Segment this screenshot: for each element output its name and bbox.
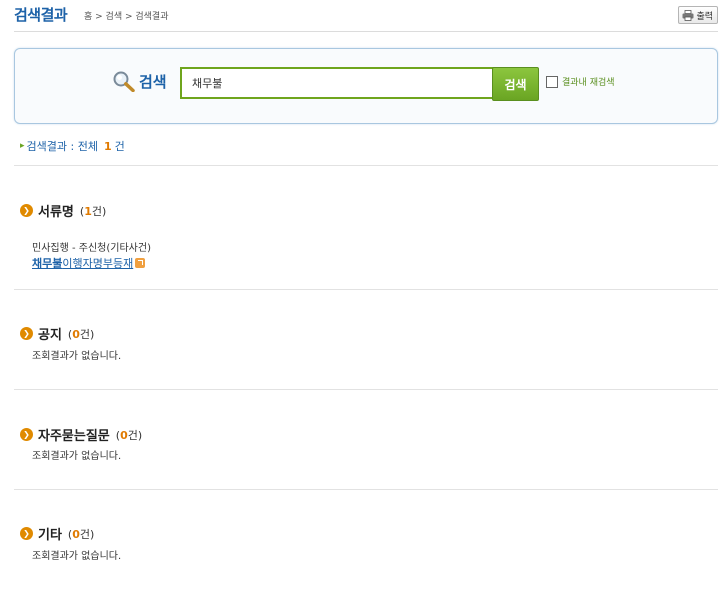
- research-label: 결과내 재검색: [562, 78, 615, 88]
- result-link-text[interactable]: 이행자명부등재: [62, 255, 133, 271]
- circle-arrow-icon: ❯: [20, 527, 33, 540]
- page-header: 검색결과 홈 > 검색 > 검색결과 출력: [14, 0, 718, 32]
- search-panel: 검색 검색 결과내 재검색: [14, 48, 718, 124]
- chevron-right-icon: ▸: [20, 141, 25, 151]
- print-label: 출력: [696, 11, 713, 22]
- divider: [14, 389, 718, 390]
- summary-count: 1: [103, 139, 112, 153]
- divider: [14, 165, 718, 166]
- section-title: 서류명: [38, 205, 74, 220]
- summary-suffix: 건: [114, 140, 125, 153]
- empty-message: 조회결과가 없습니다.: [32, 451, 122, 462]
- section-head-etc: ❯ 기타 (0건): [20, 524, 94, 543]
- result-category: 민사집행 - 주신청(기타사건): [32, 243, 151, 254]
- section-count: (0건): [67, 327, 95, 341]
- page-title: 검색결과: [14, 6, 68, 24]
- divider: [14, 289, 718, 290]
- search-button[interactable]: 검색: [492, 67, 539, 101]
- divider: [14, 489, 718, 490]
- section-count: (0건): [67, 527, 95, 541]
- magnifier-icon: [113, 71, 135, 92]
- section-count: (1건): [79, 204, 107, 218]
- section-count: (0건): [115, 428, 143, 442]
- breadcrumb: 홈 > 검색 > 검색결과: [84, 12, 169, 22]
- printer-icon: [682, 9, 694, 21]
- empty-message: 조회결과가 없습니다.: [32, 351, 122, 362]
- research-checkbox[interactable]: [546, 75, 558, 88]
- search-label-group: 검색: [112, 70, 167, 92]
- summary-prefix: 검색결과 : 전체: [26, 140, 98, 153]
- empty-message: 조회결과가 없습니다.: [32, 551, 122, 562]
- section-title: 공지: [38, 328, 62, 343]
- result-link-highlight[interactable]: 채무불: [32, 255, 62, 271]
- circle-arrow-icon: ❯: [20, 204, 33, 217]
- result-link[interactable]: 채무불 이행자명부등재: [32, 255, 146, 271]
- circle-arrow-icon: ❯: [20, 428, 33, 441]
- section-title: 자주묻는질문: [38, 429, 110, 444]
- section-head-notice: ❯ 공지 (0건): [20, 324, 94, 343]
- result-summary: ▸ 검색결과 : 전체 1 건: [20, 138, 125, 154]
- search-label: 검색: [139, 72, 167, 91]
- section-head-documents: ❯ 서류명 (1건): [20, 201, 106, 220]
- section-title: 기타: [38, 528, 62, 543]
- research-option[interactable]: 결과내 재검색: [546, 75, 615, 88]
- section-head-faq: ❯ 자주묻는질문 (0건): [20, 425, 142, 444]
- print-button[interactable]: 출력: [678, 6, 718, 24]
- search-input[interactable]: [180, 67, 496, 99]
- circle-arrow-icon: ❯: [20, 327, 33, 340]
- external-link-icon[interactable]: [135, 258, 146, 268]
